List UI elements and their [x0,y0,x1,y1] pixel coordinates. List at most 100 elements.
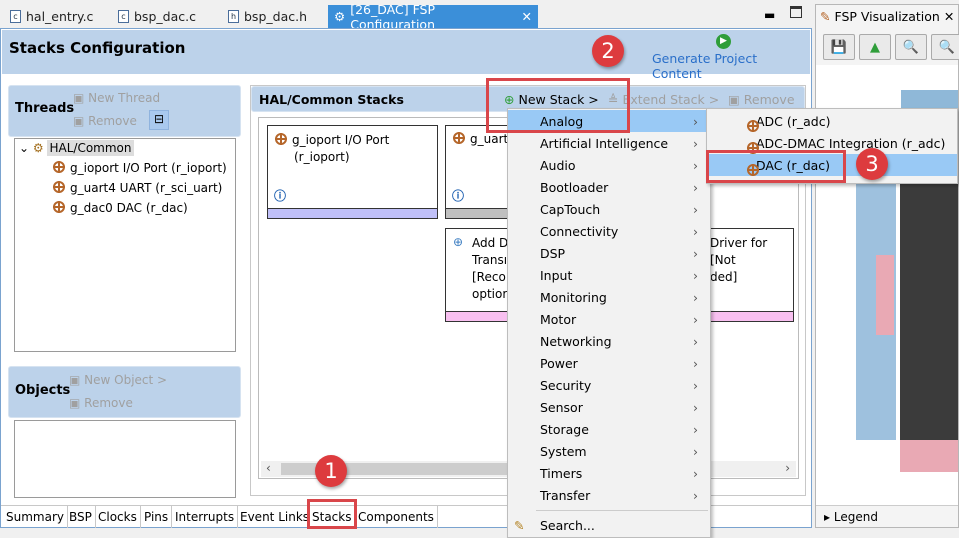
search-icon: ✎ [514,517,525,533]
menu-item-label: Connectivity [540,223,619,239]
remove-stack-button[interactable]: ▣ Remove [728,92,795,107]
annotation-box-2 [486,78,630,133]
maximize-icon[interactable] [790,6,802,18]
bottom-tab-bsp[interactable]: BSP [66,506,96,528]
menu-item-search[interactable]: ✎ Search... [508,514,710,536]
menu-item-label: System [540,443,587,459]
chevron-right-icon: › [693,267,698,283]
submenu-item-adc[interactable]: ADC (r_adc) [707,110,957,132]
info-icon[interactable]: ⓘ [274,187,286,204]
tree-item-label: g_ioport I/O Port (r_ioport) [70,161,227,175]
menu-item-monitoring[interactable]: Monitoring › [508,286,710,308]
remove-object-button[interactable]: ▣ Remove [69,396,133,410]
card-title: g_uart [470,132,509,146]
card-line: Transı [472,253,508,267]
menu-item-captouch[interactable]: CapTouch › [508,198,710,220]
menu-item-label: Networking [540,333,612,349]
submenu-item-label: ADC-DMAC Integration (r_adc) [756,135,946,151]
tab-bsp-dac-c[interactable]: c bsp_dac.c [112,5,202,28]
fsp-visualization-panel: ✎ FSP Visualization ✕ ▸ Legend [815,4,959,528]
menu-item-artificial-intelligence[interactable]: Artificial Intelligence › [508,132,710,154]
tab-fsp-configuration[interactable]: ⚙ [26_DAC] FSP Configuration ✕ [328,2,538,32]
annotation-box-1 [307,499,357,529]
bottom-tab-components[interactable]: Components [355,506,438,528]
close-icon[interactable]: ✕ [522,9,532,24]
hal-common-icon: ⚙ [32,141,44,155]
extend-stack-label: Extend Stack > [622,92,720,107]
objects-list [14,420,236,498]
menu-item-system[interactable]: System › [508,440,710,462]
scroll-right-icon[interactable]: › [785,461,790,475]
annotation-badge-1: 1 [315,455,347,487]
menu-item-label: DSP [540,245,566,261]
bottom-tab-summary[interactable]: Summary [3,506,68,528]
menu-item-label: Motor [540,311,577,327]
menu-item-power[interactable]: Power › [508,352,710,374]
chevron-right-icon: › [693,113,698,129]
tab-hal-entry[interactable]: c hal_entry.c [4,5,99,28]
menu-item-security[interactable]: Security › [508,374,710,396]
legend-toggle[interactable]: ▸ Legend [816,505,958,527]
editor-header: Stacks Configuration ▶ Generate Project … [2,30,810,81]
new-object-button[interactable]: ▣ New Object > [69,373,167,387]
menu-item-label: Bootloader [540,179,609,195]
bottom-tab-event-links[interactable]: Event Links [237,506,314,528]
menu-item-transfer[interactable]: Transfer › [508,484,710,506]
generate-project-content-link[interactable]: Generate Project Content [652,51,810,81]
menu-item-connectivity[interactable]: Connectivity › [508,220,710,242]
card-title: g_ioport I/O Port [292,133,390,147]
tab-label: bsp_dac.h [244,9,307,24]
menu-separator [536,510,708,511]
chevron-right-icon: ▸ [824,510,831,524]
menu-item-networking[interactable]: Networking › [508,330,710,352]
minimize-icon[interactable]: ▬ [764,8,775,22]
menu-item-dsp[interactable]: DSP › [508,242,710,264]
zoom-in-button[interactable]: 🔍 [931,34,959,60]
chevron-right-icon: › [693,201,698,217]
save-image-button[interactable]: 💾 [823,34,855,60]
pin-group [876,255,894,335]
menu-item-timers[interactable]: Timers › [508,462,710,484]
chevron-right-icon: › [693,311,698,327]
menu-item-label: Power [540,355,578,371]
menu-item-label: Timers [540,465,583,481]
scroll-left-icon[interactable]: ‹ [266,461,271,475]
visualization-tab[interactable]: ✎ FSP Visualization ✕ [820,9,954,24]
tree-item-ioport[interactable]: g_ioport I/O Port (r_ioport) [53,161,227,175]
menu-item-bootloader[interactable]: Bootloader › [508,176,710,198]
chevron-right-icon: › [693,179,698,195]
bottom-tab-clocks[interactable]: Clocks [95,506,141,528]
tree-item-dac0[interactable]: g_dac0 DAC (r_dac) [53,201,188,215]
module-icon [53,201,65,213]
close-icon[interactable]: ✕ [944,9,954,24]
menu-item-audio[interactable]: Audio › [508,154,710,176]
chevron-right-icon: › [693,245,698,261]
menu-item-label: Transfer [540,487,591,503]
card-line: Driver for [710,236,768,250]
menu-item-motor[interactable]: Motor › [508,308,710,330]
tree-node-hal-common[interactable]: ⌄ ⚙ HAL/Common [19,140,134,156]
card-line: optior [472,287,508,301]
menu-item-input[interactable]: Input › [508,264,710,286]
new-thread-button[interactable]: ▣ New Thread [73,91,160,105]
tab-bsp-dac-h[interactable]: h bsp_dac.h [222,5,313,28]
tree-item-uart4[interactable]: g_uart4 UART (r_sci_uart) [53,181,222,195]
zoom-out-button[interactable]: 🔍 [895,34,927,60]
bottom-tab-pins[interactable]: Pins [141,506,173,528]
menu-item-storage[interactable]: Storage › [508,418,710,440]
new-stack-menu: Analog › Artificial Intelligence › Audio › Boo… [507,108,711,538]
chevron-down-icon[interactable]: ⌄ [19,141,29,155]
info-icon[interactable]: ⓘ [452,187,464,204]
play-icon[interactable]: ▶ [716,34,731,49]
stack-card-ioport[interactable]: g_ioport I/O Port (r_ioport) ⓘ [267,125,438,219]
menu-item-sensor[interactable]: Sensor › [508,396,710,418]
remove-label: Remove [88,114,137,128]
remove-thread-button[interactable]: ▣ Remove [73,114,137,128]
bottom-tab-interrupts[interactable]: Interrupts [172,506,239,528]
tree-item-label: g_dac0 DAC (r_dac) [70,201,188,215]
c-file-icon: c [118,10,129,23]
fit-button[interactable]: ▲ [859,34,891,60]
chevron-right-icon: › [693,355,698,371]
menu-item-label: Artificial Intelligence [540,135,669,151]
collapse-all-button[interactable]: ⊟ [149,110,169,130]
